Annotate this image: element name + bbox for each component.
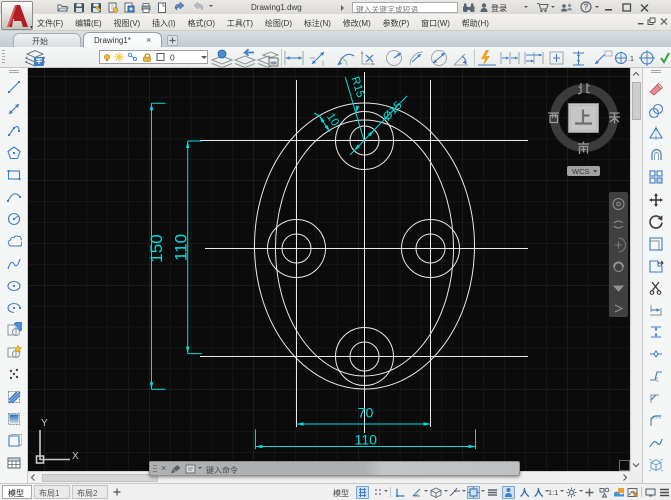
- svg-text:.1: .1: [628, 56, 634, 63]
- svg-text:110: 110: [355, 432, 378, 448]
- svg-text:WCS: WCS: [572, 167, 590, 176]
- svg-text:0: 0: [170, 53, 175, 63]
- svg-text:Y: Y: [41, 418, 48, 429]
- svg-text:110: 110: [172, 234, 191, 261]
- svg-text:150: 150: [147, 234, 166, 262]
- svg-text:70: 70: [358, 405, 374, 421]
- svg-text:X: X: [72, 451, 79, 462]
- svg-text:?: ?: [584, 3, 589, 12]
